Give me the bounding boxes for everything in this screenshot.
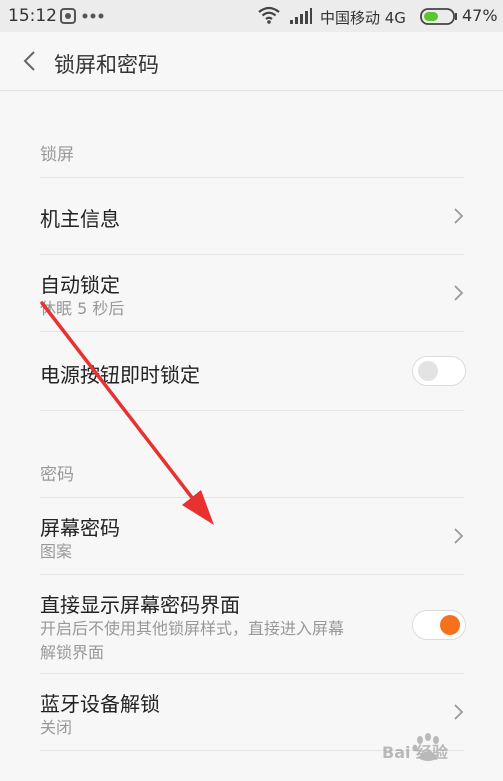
power-button-lock-item: 电源按钮即时锁定 <box>0 332 503 410</box>
owner-info-label: 机主信息 <box>40 207 120 231</box>
notification-icon <box>60 8 76 24</box>
direct-show-password-desc-line1: 开启后不使用其他锁屏样式，直接进入屏幕 <box>40 619 345 638</box>
screen-password-item[interactable]: 屏幕密码 图案 <box>0 498 503 574</box>
toggle-knob <box>418 361 438 381</box>
owner-info-item[interactable]: 机主信息 <box>0 178 503 254</box>
wifi-icon <box>258 6 280 24</box>
power-button-lock-label: 电源按钮即时锁定 <box>40 363 200 387</box>
watermark-text: Bai 经验 <box>382 743 449 762</box>
screen-password-label: 屏幕密码 <box>40 516 120 540</box>
direct-show-password-desc-line2: 解锁界面 <box>40 643 105 662</box>
chevron-right-icon <box>454 208 464 224</box>
section-label-password: 密码 <box>40 465 74 485</box>
direct-show-password-label: 直接显示屏幕密码界面 <box>40 593 240 617</box>
status-bar: 15:12 中国移动 4G 47% <box>0 0 503 32</box>
divider <box>40 410 464 411</box>
auto-lock-item[interactable]: 自动锁定 休眠 5 秒后 <box>0 255 503 331</box>
more-notifications-icon <box>82 13 104 19</box>
auto-lock-label: 自动锁定 <box>40 273 120 297</box>
signal-icon <box>290 8 312 24</box>
screen-password-value: 图案 <box>40 542 73 561</box>
bluetooth-unlock-label: 蓝牙设备解锁 <box>40 692 160 716</box>
battery-percent: 47% <box>462 6 498 25</box>
page-title: 锁屏和密码 <box>54 53 159 77</box>
auto-lock-value: 休眠 5 秒后 <box>40 299 125 318</box>
chevron-right-icon <box>454 285 464 301</box>
title-bar: 锁屏和密码 <box>0 32 503 91</box>
direct-show-password-item: 直接显示屏幕密码界面 开启后不使用其他锁屏样式，直接进入屏幕 解锁界面 <box>0 575 503 673</box>
direct-show-password-toggle[interactable] <box>412 610 466 640</box>
carrier-name: 中国移动 4G <box>320 9 406 27</box>
bluetooth-unlock-value: 关闭 <box>40 718 73 737</box>
status-time: 15:12 <box>8 6 57 26</box>
section-label-lock-screen: 锁屏 <box>40 145 74 165</box>
power-button-lock-toggle[interactable] <box>412 356 466 386</box>
chevron-right-icon <box>454 528 464 544</box>
chevron-right-icon <box>454 704 464 720</box>
toggle-knob <box>440 615 460 635</box>
back-arrow-icon[interactable] <box>16 46 46 76</box>
battery-icon <box>420 8 457 25</box>
baidu-jingyan-watermark: Bai 经验 <box>382 733 449 762</box>
